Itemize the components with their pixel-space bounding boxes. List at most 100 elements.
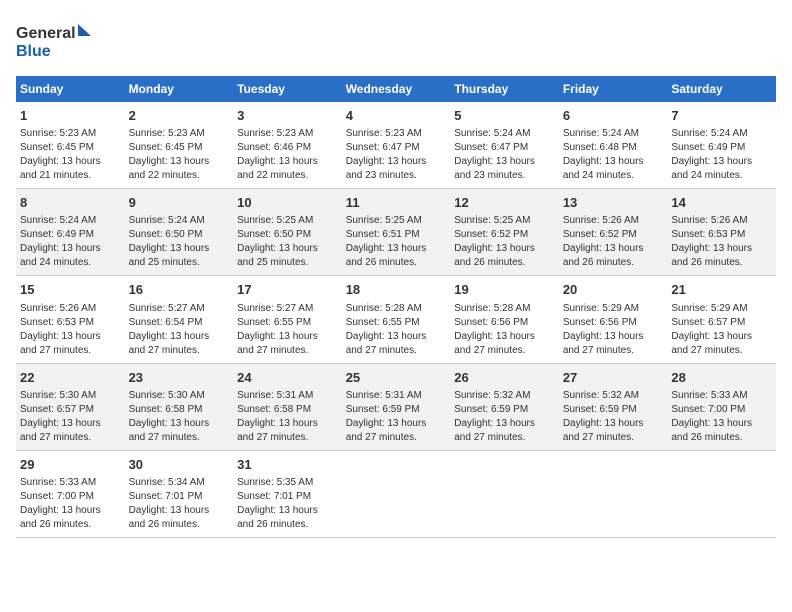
cell-line: Sunset: 6:59 PM [346, 403, 447, 417]
calendar-cell: 31Sunrise: 5:35 AMSunset: 7:01 PMDayligh… [233, 450, 342, 537]
cell-line: and 25 minutes. [237, 256, 338, 270]
cell-line: Sunrise: 5:26 AM [671, 214, 772, 228]
day-number: 3 [237, 107, 338, 125]
cell-line: and 26 minutes. [346, 256, 447, 270]
cell-line: Daylight: 13 hours [454, 417, 555, 431]
cell-line: Sunrise: 5:31 AM [346, 389, 447, 403]
cell-line: Daylight: 13 hours [454, 155, 555, 169]
calendar-cell: 4Sunrise: 5:23 AMSunset: 6:47 PMDaylight… [342, 102, 451, 189]
cell-line: Daylight: 13 hours [129, 242, 230, 256]
cell-line: and 27 minutes. [346, 431, 447, 445]
day-number: 22 [20, 369, 121, 387]
calendar-cell: 19Sunrise: 5:28 AMSunset: 6:56 PMDayligh… [450, 276, 559, 363]
cell-line: Sunset: 6:50 PM [237, 228, 338, 242]
calendar-cell: 27Sunrise: 5:32 AMSunset: 6:59 PMDayligh… [559, 363, 668, 450]
svg-text:General: General [16, 25, 76, 42]
cell-line: Sunrise: 5:34 AM [129, 476, 230, 490]
calendar-cell: 10Sunrise: 5:25 AMSunset: 6:50 PMDayligh… [233, 189, 342, 276]
cell-line: Daylight: 13 hours [563, 417, 664, 431]
cell-line: Sunrise: 5:24 AM [671, 127, 772, 141]
cell-line: Sunset: 6:58 PM [237, 403, 338, 417]
day-number: 14 [671, 194, 772, 212]
calendar-table: SundayMondayTuesdayWednesdayThursdayFrid… [16, 76, 776, 538]
week-row-1: 1Sunrise: 5:23 AMSunset: 6:45 PMDaylight… [16, 102, 776, 189]
cell-line: Daylight: 13 hours [346, 242, 447, 256]
day-number: 10 [237, 194, 338, 212]
cell-line: Daylight: 13 hours [671, 330, 772, 344]
cell-line: Sunset: 6:50 PM [129, 228, 230, 242]
day-number: 9 [129, 194, 230, 212]
day-number: 26 [454, 369, 555, 387]
cell-line: and 27 minutes. [563, 344, 664, 358]
day-number: 16 [129, 281, 230, 299]
cell-line: Daylight: 13 hours [671, 417, 772, 431]
cell-line: Sunset: 6:46 PM [237, 141, 338, 155]
week-row-4: 22Sunrise: 5:30 AMSunset: 6:57 PMDayligh… [16, 363, 776, 450]
cell-line: Sunset: 6:48 PM [563, 141, 664, 155]
cell-line: Sunrise: 5:26 AM [563, 214, 664, 228]
day-number: 24 [237, 369, 338, 387]
cell-line: and 27 minutes. [20, 344, 121, 358]
cell-line: Sunset: 6:55 PM [346, 316, 447, 330]
cell-line: and 24 minutes. [563, 169, 664, 183]
calendar-cell: 18Sunrise: 5:28 AMSunset: 6:55 PMDayligh… [342, 276, 451, 363]
day-number: 20 [563, 281, 664, 299]
cell-line: Sunset: 6:47 PM [346, 141, 447, 155]
calendar-cell: 20Sunrise: 5:29 AMSunset: 6:56 PMDayligh… [559, 276, 668, 363]
cell-line: and 27 minutes. [346, 344, 447, 358]
calendar-cell: 16Sunrise: 5:27 AMSunset: 6:54 PMDayligh… [125, 276, 234, 363]
cell-line: Sunrise: 5:33 AM [20, 476, 121, 490]
day-number: 17 [237, 281, 338, 299]
logo: GeneralBlue [16, 16, 96, 64]
day-number: 11 [346, 194, 447, 212]
cell-line: and 23 minutes. [346, 169, 447, 183]
col-header-thursday: Thursday [450, 76, 559, 102]
day-number: 2 [129, 107, 230, 125]
cell-line: and 27 minutes. [454, 431, 555, 445]
calendar-cell: 1Sunrise: 5:23 AMSunset: 6:45 PMDaylight… [16, 102, 125, 189]
cell-line: Sunset: 7:01 PM [129, 490, 230, 504]
cell-line: Daylight: 13 hours [454, 242, 555, 256]
cell-line: Sunrise: 5:27 AM [237, 302, 338, 316]
calendar-cell: 17Sunrise: 5:27 AMSunset: 6:55 PMDayligh… [233, 276, 342, 363]
calendar-cell: 21Sunrise: 5:29 AMSunset: 6:57 PMDayligh… [667, 276, 776, 363]
cell-line: Daylight: 13 hours [20, 417, 121, 431]
cell-line: Sunrise: 5:32 AM [563, 389, 664, 403]
cell-line: Sunset: 7:00 PM [671, 403, 772, 417]
cell-line: Sunrise: 5:33 AM [671, 389, 772, 403]
day-number: 23 [129, 369, 230, 387]
day-number: 28 [671, 369, 772, 387]
cell-line: Daylight: 13 hours [346, 155, 447, 169]
cell-line: Sunset: 6:59 PM [454, 403, 555, 417]
cell-line: Daylight: 13 hours [129, 504, 230, 518]
cell-line: Daylight: 13 hours [237, 242, 338, 256]
cell-line: and 27 minutes. [563, 431, 664, 445]
cell-line: Sunrise: 5:30 AM [20, 389, 121, 403]
col-header-wednesday: Wednesday [342, 76, 451, 102]
cell-line: Sunset: 6:53 PM [671, 228, 772, 242]
day-number: 7 [671, 107, 772, 125]
cell-line: Daylight: 13 hours [20, 155, 121, 169]
calendar-cell: 15Sunrise: 5:26 AMSunset: 6:53 PMDayligh… [16, 276, 125, 363]
cell-line: Daylight: 13 hours [237, 330, 338, 344]
cell-line: and 27 minutes. [129, 344, 230, 358]
day-number: 4 [346, 107, 447, 125]
cell-line: and 24 minutes. [671, 169, 772, 183]
calendar-cell: 25Sunrise: 5:31 AMSunset: 6:59 PMDayligh… [342, 363, 451, 450]
cell-line: Sunrise: 5:28 AM [346, 302, 447, 316]
day-number: 19 [454, 281, 555, 299]
cell-line: Sunset: 6:56 PM [563, 316, 664, 330]
cell-line: Sunset: 6:49 PM [20, 228, 121, 242]
cell-line: Sunset: 6:54 PM [129, 316, 230, 330]
cell-line: and 22 minutes. [129, 169, 230, 183]
calendar-cell: 8Sunrise: 5:24 AMSunset: 6:49 PMDaylight… [16, 189, 125, 276]
col-header-saturday: Saturday [667, 76, 776, 102]
svg-text:Blue: Blue [16, 43, 51, 60]
day-number: 30 [129, 456, 230, 474]
cell-line: Daylight: 13 hours [563, 242, 664, 256]
cell-line: Sunrise: 5:24 AM [563, 127, 664, 141]
calendar-cell: 7Sunrise: 5:24 AMSunset: 6:49 PMDaylight… [667, 102, 776, 189]
calendar-cell: 28 Sunrise: 5:33 AMSunset: 7:00 PMDayligh… [667, 363, 776, 450]
day-number: 1 [20, 107, 121, 125]
calendar-cell: 29Sunrise: 5:33 AMSunset: 7:00 PMDayligh… [16, 450, 125, 537]
